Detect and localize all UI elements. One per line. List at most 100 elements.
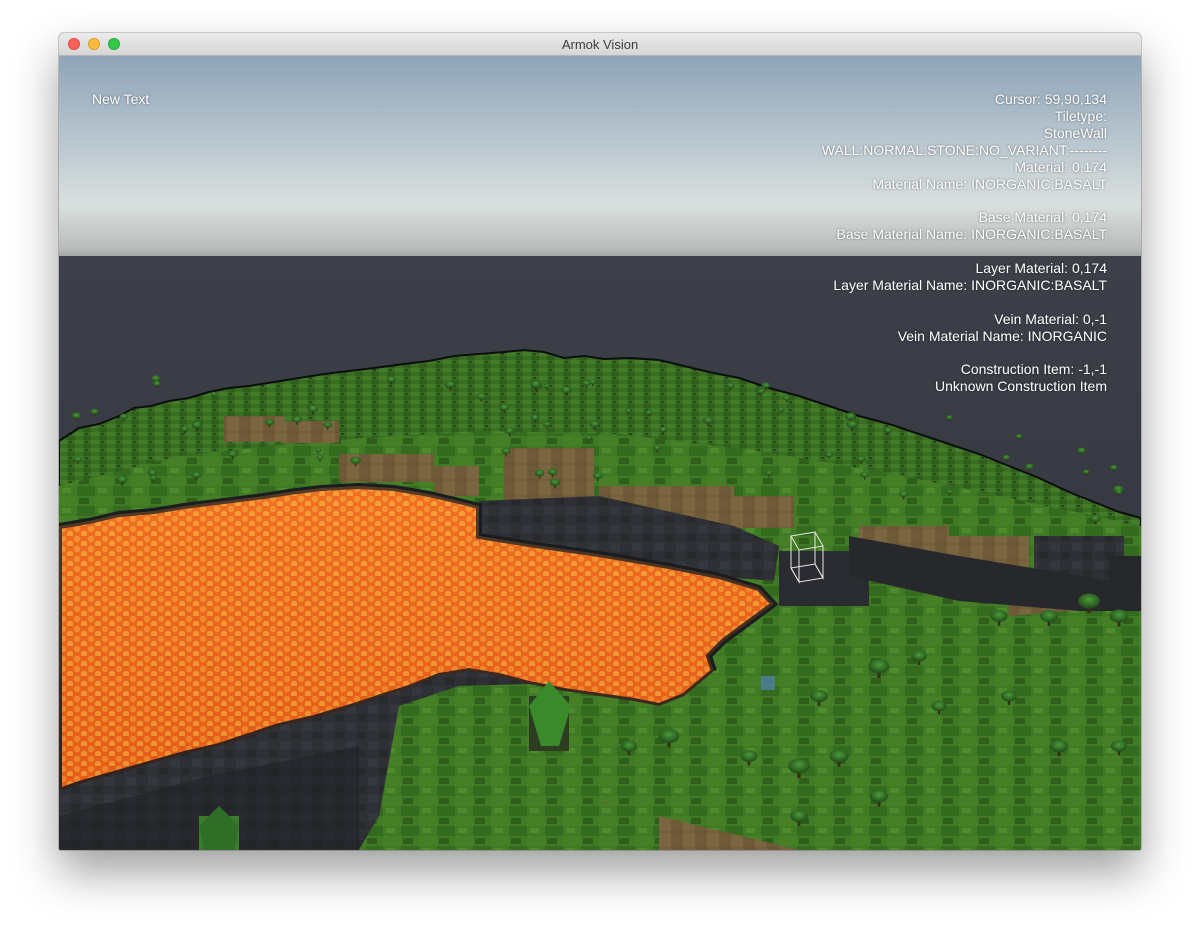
tree-crown <box>316 455 324 461</box>
tree-crown <box>1040 609 1058 623</box>
3d-viewport[interactable]: New Text Cursor: 59,90,134 Tiletype: Sto… <box>59 56 1141 850</box>
tree-crown <box>116 475 128 484</box>
material-name: Material Name: INORGANIC:BASALT <box>872 175 1107 192</box>
tree-crown <box>90 408 99 415</box>
tree-crown <box>504 427 515 435</box>
construction-item: Construction Item: -1,-1 <box>960 361 1107 378</box>
tree-crown <box>899 490 909 498</box>
tree-crown <box>1082 469 1090 475</box>
tree-crown <box>119 413 129 420</box>
construction-item-name: Unknown Construction Item <box>935 378 1107 395</box>
tiletype-label: Tiletype: <box>1054 107 1107 124</box>
tree-crown <box>585 435 593 441</box>
tree-crown <box>869 789 889 803</box>
tree-crown <box>856 455 866 462</box>
tree-crown <box>829 749 849 763</box>
tree-crown <box>476 392 487 400</box>
tree-crown <box>659 427 667 433</box>
tree-crown <box>1109 609 1129 623</box>
tree-crown <box>1015 434 1023 439</box>
tree-crown <box>73 456 83 463</box>
tree-crown <box>561 386 572 394</box>
tree-crown <box>1110 740 1128 752</box>
dirt-ledge <box>224 416 284 442</box>
base-material: Base Material: 0,174 <box>978 209 1107 226</box>
app-window: Armok Vision New Text Cursor: 59,90,134 … <box>59 33 1141 850</box>
tree-crown <box>790 809 808 823</box>
tree-crown <box>1049 739 1069 753</box>
tree-crown <box>549 478 561 487</box>
tree-crown <box>825 452 833 458</box>
tree-crown <box>990 610 1008 622</box>
tree-crown <box>530 380 542 389</box>
tree-crown <box>582 380 591 386</box>
tree-crown <box>592 472 603 480</box>
tree-crown <box>810 689 828 703</box>
tree-crown <box>71 412 82 419</box>
tree-crown <box>151 375 161 382</box>
tree-crown <box>589 420 600 428</box>
tree-crown <box>210 391 218 397</box>
tree-crown <box>1078 593 1100 609</box>
tree-crown <box>788 758 810 774</box>
tree-crown <box>501 447 511 455</box>
tree-crown <box>292 415 302 423</box>
tree-crown <box>350 456 361 464</box>
tree-crown <box>1077 447 1086 454</box>
tile-info-panel: Cursor: 59,90,134 Tiletype: StoneWall WA… <box>822 91 1107 395</box>
tree-crown <box>740 750 758 762</box>
tree-crown <box>534 469 545 477</box>
tree-crown <box>620 740 638 752</box>
tree-crown <box>543 383 550 389</box>
tree-crown <box>726 382 735 389</box>
tree-crown <box>625 408 632 413</box>
tree-crown <box>911 650 927 662</box>
tree-crown <box>653 444 662 451</box>
tree-crown <box>782 395 791 401</box>
tree-crown <box>227 450 238 458</box>
vein-material-name: Vein Material Name: INORGANIC <box>897 327 1107 344</box>
tree-crown <box>658 729 680 743</box>
debug-label: New Text <box>92 91 150 107</box>
material: Material: 0,174 <box>1014 158 1107 175</box>
tree-crown <box>191 471 202 479</box>
tree-crown <box>323 421 333 428</box>
layer-material: Layer Material: 0,174 <box>975 260 1107 277</box>
tree-crown <box>308 405 319 413</box>
tree-crown <box>530 414 540 421</box>
tree-crown <box>264 419 275 426</box>
tree-crown <box>499 403 510 411</box>
tree-crown <box>777 407 785 413</box>
tree-crown <box>1115 489 1123 495</box>
tree-crown <box>860 471 870 478</box>
base-material-name: Base Material Name: INORGANIC:BASALT <box>836 226 1107 243</box>
title-bar[interactable]: Armok Vision <box>59 33 1141 56</box>
vein-material: Vein Material: 0,-1 <box>994 310 1107 327</box>
tree-crown <box>844 412 856 421</box>
tree-crown <box>757 388 765 394</box>
tree-crown <box>191 421 203 429</box>
tiletype-value: StoneWall <box>1043 124 1107 141</box>
tiletype-detail: WALL:NORMAL:STONE:NO_VARIANT:-------- <box>821 141 1107 158</box>
tree-crown <box>1025 463 1034 470</box>
tree-crown <box>153 381 161 387</box>
tree-crown <box>931 700 947 712</box>
tree-crown <box>444 380 456 389</box>
tree-crown <box>548 468 558 476</box>
tree-crown <box>1109 465 1118 471</box>
tree-crown <box>946 415 953 420</box>
tree-crown <box>884 427 893 433</box>
tree-crown <box>1001 690 1017 702</box>
tree-crown <box>868 658 890 674</box>
tree-crown <box>846 420 858 429</box>
tree-crown <box>542 421 551 427</box>
tree-crown <box>180 425 189 432</box>
tree-crown <box>645 409 653 415</box>
tree-crown <box>149 475 158 481</box>
cursor-position: Cursor: 59,90,134 <box>994 91 1107 107</box>
tree-crown <box>314 447 322 453</box>
